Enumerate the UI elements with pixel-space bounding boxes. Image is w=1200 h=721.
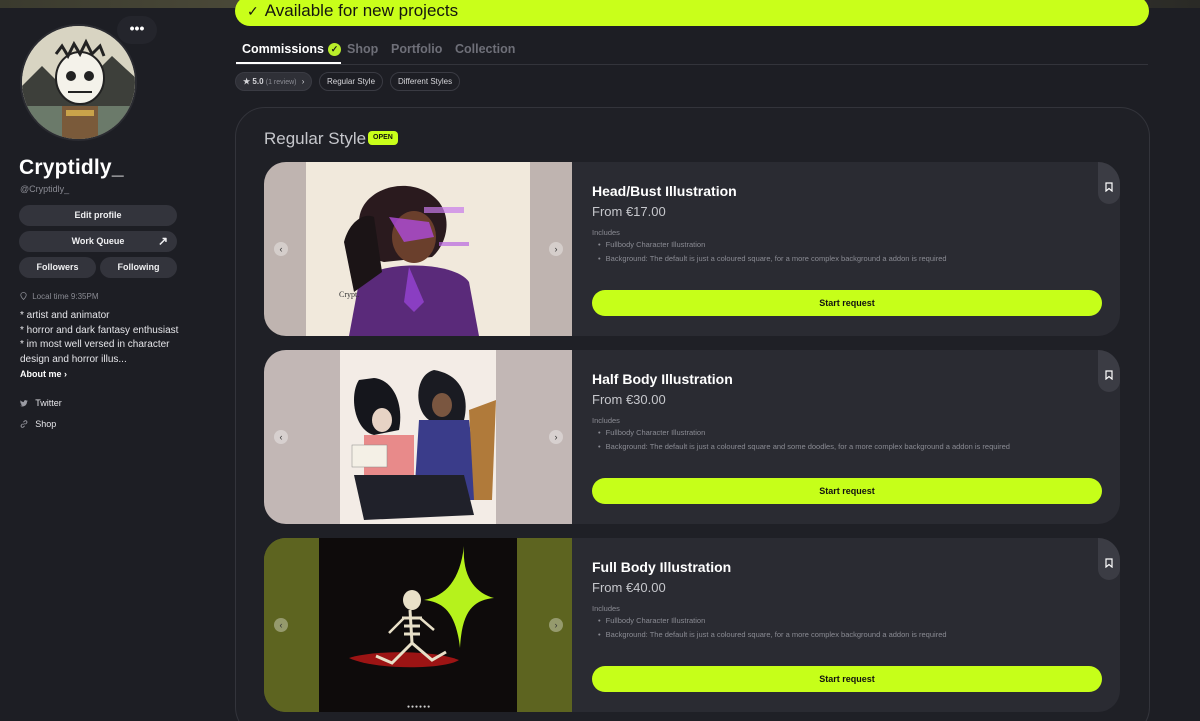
availability-text: Available for new projects: [264, 1, 459, 20]
card-include-item: Fullbody Character Illustration: [598, 240, 706, 249]
twitter-label: Twitter: [35, 398, 62, 408]
carousel-dots: ●●●●●●: [407, 704, 432, 710]
card-title: Head/Bust Illustration: [592, 183, 737, 199]
card-price: From €17.00: [592, 204, 666, 219]
card-include-item: Background: The default is just a colour…: [598, 254, 947, 263]
verified-check-icon: ✓: [327, 43, 341, 56]
shop-label: Shop: [35, 419, 57, 429]
tab-shop[interactable]: Shop: [347, 42, 378, 56]
tab-portfolio[interactable]: Portfolio: [391, 42, 442, 56]
chevron-right-icon: ›: [301, 77, 305, 86]
work-queue-label: Work Queue: [71, 236, 125, 246]
edit-profile-button[interactable]: Edit profile: [19, 205, 177, 226]
commission-image-carousel[interactable]: Crypt. ‹ ›: [264, 162, 572, 336]
bio-line: * artist and animator: [20, 310, 110, 321]
bookmark-icon[interactable]: [1098, 538, 1120, 580]
carousel-prev-button[interactable]: ‹: [274, 618, 288, 632]
start-request-button[interactable]: Start request: [592, 290, 1102, 316]
profile-tabs: Commissions ✓ Shop Portfolio Collection: [236, 38, 1148, 65]
bio-line: * im most well versed in character desig…: [20, 339, 170, 365]
bio-line: * horror and dark fantasy enthusiast: [20, 324, 179, 336]
commission-card[interactable]: ‹ › ●●●●●● Full Body Illustration From €…: [264, 538, 1120, 712]
edit-profile-label: Edit profile: [74, 210, 122, 220]
section-title: Regular Style: [264, 129, 367, 148]
availability-banner: ✓ Available for new projects: [235, 0, 1149, 26]
filter-chip-regular-style[interactable]: Regular Style: [319, 72, 384, 91]
commission-artwork: [264, 350, 572, 524]
avatar-artwork: [22, 26, 135, 139]
rating-value: ★ 5.0: [243, 77, 264, 86]
location-pin-icon: [20, 292, 32, 301]
card-include-item: Background: The default is just a colour…: [598, 630, 947, 639]
tab-commissions-label: Commissions: [242, 42, 324, 56]
bio: * artist and animator * horror and dark …: [20, 309, 190, 367]
local-time: Local time 9:35PM: [20, 292, 99, 301]
review-count: (1 review): [265, 79, 297, 86]
card-title: Half Body Illustration: [592, 371, 733, 387]
card-include-item: Fullbody Character Illustration: [598, 428, 706, 437]
shop-link[interactable]: Shop: [20, 419, 56, 429]
card-info: Full Body Illustration From €40.00 Inclu…: [592, 538, 1102, 712]
commission-card[interactable]: Crypt. ‹ › Head/Bust Illustration From €…: [264, 162, 1120, 336]
svg-text:Crypt.: Crypt.: [339, 290, 359, 299]
active-tab-indicator: [236, 62, 341, 64]
bookmark-icon[interactable]: [1098, 350, 1120, 392]
carousel-prev-button[interactable]: ‹: [274, 242, 288, 256]
profile-handle: @Cryptidly_: [20, 184, 70, 194]
card-info: Head/Bust Illustration From €17.00 Inclu…: [592, 162, 1102, 336]
twitter-link[interactable]: Twitter: [20, 398, 62, 408]
commission-image-carousel[interactable]: ‹ ›: [264, 350, 572, 524]
about-me-link[interactable]: About me ›: [20, 369, 67, 379]
card-includes-label: Includes: [592, 604, 620, 613]
profile-sidebar: ••• Cryptidly_ @Cryptidly_ Edit profile …: [0, 0, 200, 721]
commission-artwork: Crypt.: [264, 162, 572, 336]
card-price: From €30.00: [592, 392, 666, 407]
external-arrow-icon: ↗: [157, 234, 168, 248]
following-button[interactable]: Following: [100, 257, 177, 278]
carousel-prev-button[interactable]: ‹: [274, 430, 288, 444]
link-icon: [20, 420, 30, 429]
rating-chip[interactable]: ★ 5.0 (1 review) ›: [235, 72, 313, 91]
card-include-item: Background: The default is just a colour…: [598, 442, 1010, 451]
profile-name: Cryptidly_: [19, 156, 124, 179]
twitter-icon: [20, 399, 30, 408]
filter-chip-different-styles[interactable]: Different Styles: [390, 72, 461, 91]
avatar[interactable]: [20, 24, 137, 141]
carousel-next-button[interactable]: ›: [549, 430, 563, 444]
commission-card[interactable]: ‹ › Half Body Illustration From €30.00 I…: [264, 350, 1120, 524]
check-icon: ✓: [247, 3, 259, 19]
commission-artwork: [264, 538, 572, 712]
carousel-next-button[interactable]: ›: [549, 618, 563, 632]
work-queue-button[interactable]: Work Queue ↗: [19, 231, 177, 252]
local-time-text: Local time 9:35PM: [32, 292, 99, 301]
card-includes-label: Includes: [592, 228, 620, 237]
bookmark-icon[interactable]: [1098, 162, 1120, 204]
carousel-next-button[interactable]: ›: [549, 242, 563, 256]
following-label: Following: [117, 262, 160, 272]
start-request-button[interactable]: Start request: [592, 478, 1102, 504]
commission-image-carousel[interactable]: ‹ › ●●●●●●: [264, 538, 572, 712]
followers-button[interactable]: Followers: [19, 257, 96, 278]
followers-label: Followers: [36, 262, 79, 272]
open-status-badge: OPEN: [368, 131, 398, 145]
card-include-item: Fullbody Character Illustration: [598, 616, 706, 625]
card-includes-label: Includes: [592, 416, 620, 425]
tab-commissions[interactable]: Commissions ✓: [242, 42, 341, 56]
tab-collection[interactable]: Collection: [455, 42, 515, 56]
card-title: Full Body Illustration: [592, 559, 732, 575]
start-request-button[interactable]: Start request: [592, 666, 1102, 692]
card-price: From €40.00: [592, 580, 666, 595]
more-options-button[interactable]: •••: [117, 16, 157, 44]
card-info: Half Body Illustration From €30.00 Inclu…: [592, 350, 1102, 524]
